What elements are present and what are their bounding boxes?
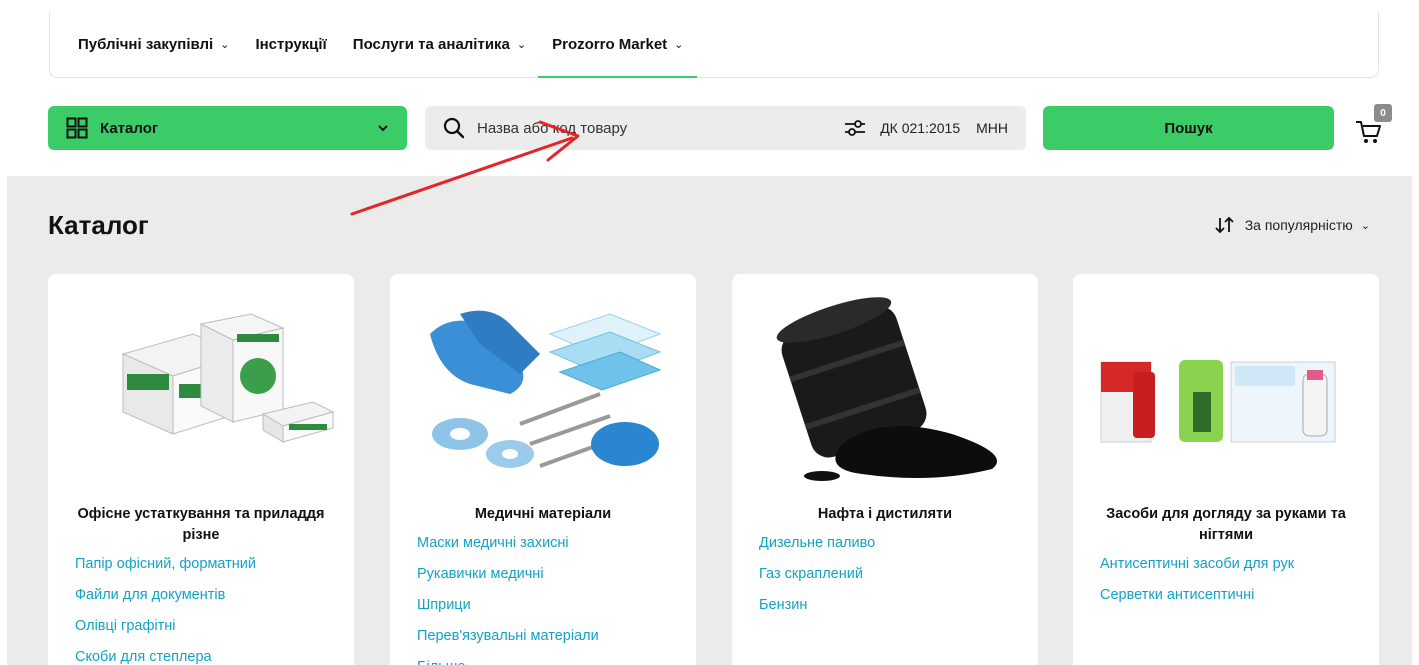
dk-filter-toggle[interactable]: ДК 021:2015: [880, 120, 960, 136]
search-bar: ДК 021:2015 МНН: [425, 106, 1026, 150]
category-card-office[interactable]: Офісне устаткування та приладдя різне Па…: [48, 274, 354, 665]
nav-item-services-analytics[interactable]: Послуги та аналітика ⌄: [353, 12, 526, 77]
category-link[interactable]: Олівці графітні: [75, 616, 344, 636]
category-card-medical[interactable]: Медичні матеріали Маски медичні захисні …: [390, 274, 696, 665]
category-link[interactable]: Бензин: [759, 595, 1028, 615]
oil-barrel-image: [776, 297, 997, 481]
category-link[interactable]: Шприци: [417, 595, 686, 615]
category-link[interactable]: Файли для документів: [75, 585, 344, 605]
nav-item-label: Публічні закупівлі: [78, 36, 214, 53]
category-link[interactable]: Серветки антисептичні: [1100, 585, 1369, 605]
cart-count-badge: 0: [1374, 104, 1392, 122]
cart-button[interactable]: 0: [1352, 104, 1394, 148]
category-link[interactable]: Перев'язувальні матеріали: [417, 626, 686, 646]
category-link[interactable]: Антисептичні засоби для рук: [1100, 554, 1369, 574]
nav-item-label: Послуги та аналітика: [352, 36, 510, 53]
category-title: Медичні матеріали: [474, 506, 612, 522]
top-navigation: Публічні закупівлі ⌄ Інструкції Послуги …: [49, 12, 1379, 78]
sort-dropdown[interactable]: За популярністю ⌄: [1215, 216, 1370, 234]
category-link[interactable]: Рукавички медичні: [417, 564, 686, 584]
nail-care-image: [1100, 360, 1336, 443]
category-link[interactable]: Скоби для степлера: [75, 647, 344, 665]
nav-item-label: Prozorro Market: [552, 36, 668, 53]
category-links: Маски медичні захисні Рукавички медичні …: [417, 533, 686, 665]
category-link[interactable]: Газ скраплений: [759, 564, 1028, 584]
category-title: Засоби для догляду за руками та нігтями: [1106, 506, 1346, 543]
mnn-filter-toggle[interactable]: МНН: [976, 120, 1008, 136]
chevron-down-icon: ⌄: [674, 39, 684, 51]
search-input[interactable]: [477, 119, 777, 137]
nav-item-label: Інструкції: [255, 36, 327, 53]
nav-item-instructions[interactable]: Інструкції: [255, 12, 326, 77]
category-link[interactable]: Більше: [417, 657, 686, 665]
sort-arrows-icon: [1215, 216, 1234, 234]
category-link[interactable]: Папір офісний, форматний: [75, 554, 344, 574]
grid-icon: [66, 117, 88, 139]
search-icon: [443, 117, 465, 139]
search-button[interactable]: Пошук: [1043, 106, 1334, 150]
catalog-section: Каталог За популярністю ⌄ Офісне устатку…: [7, 176, 1412, 665]
chevron-down-icon: ⌄: [220, 39, 230, 51]
chevron-down-icon: ⌄: [1360, 219, 1370, 232]
category-card-oil[interactable]: Нафта і дистиляти Дизельне паливо Газ ск…: [732, 274, 1038, 665]
catalog-button-label: Каталог: [100, 119, 159, 137]
nav-item-public-procurement[interactable]: Публічні закупівлі ⌄: [78, 12, 229, 77]
office-paper-image: [121, 313, 334, 443]
category-title: Офісне устаткування та приладдя різне: [77, 506, 325, 543]
nav-item-prozorro-market[interactable]: Prozorro Market ⌄: [538, 12, 698, 78]
category-link[interactable]: Маски медичні захисні: [417, 533, 686, 553]
sort-label: За популярністю: [1244, 217, 1353, 233]
filter-sliders-icon[interactable]: [844, 118, 866, 138]
category-card-nail-care[interactable]: Засоби для догляду за руками та нігтями …: [1073, 274, 1379, 665]
chevron-down-icon: [378, 125, 388, 132]
category-links: Дизельне паливо Газ скраплений Бензин: [759, 533, 1028, 626]
page-title: Каталог: [48, 210, 149, 240]
medical-supplies-image: [430, 310, 662, 468]
search-filters: ДК 021:2015 МНН: [844, 118, 1008, 138]
category-links: Папір офісний, форматний Файли для докум…: [75, 554, 344, 665]
category-link[interactable]: Дизельне паливо: [759, 533, 1028, 553]
category-title: Нафта і дистиляти: [817, 506, 953, 522]
chevron-down-icon: ⌄: [516, 39, 527, 51]
catalog-dropdown-button[interactable]: Каталог: [48, 106, 407, 150]
category-links: Антисептичні засоби для рук Серветки ант…: [1100, 554, 1369, 616]
